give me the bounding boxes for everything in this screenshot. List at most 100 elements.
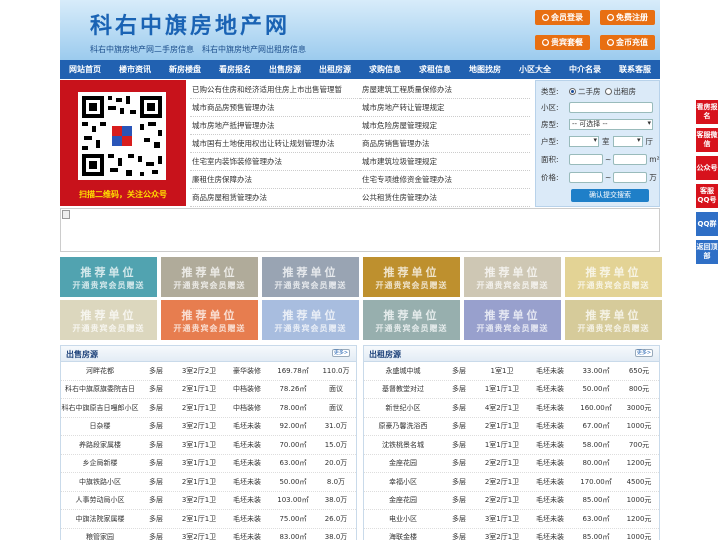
policy-link[interactable]: 城市商品房预售管理办法 (190, 99, 360, 117)
nav-item-9[interactable]: 小区大全 (510, 60, 560, 79)
recommend-slot[interactable]: 推荐单位 开通贵宾会员赠送 (363, 300, 460, 340)
table-row[interactable]: 永盛城中城 多层 1室1卫 毛坯未装 33.00㎡ 650元 (364, 362, 659, 381)
policy-link[interactable]: 城市危险房屋管理规定 (360, 117, 530, 135)
rent-more-button[interactable]: 更多> (635, 349, 653, 357)
table-cell[interactable]: 科右中旗原旗委院吉日 (61, 384, 139, 394)
table-row[interactable]: 中旗法院家属楼 多层 2室1厅1卫 毛坯未装 75.00㎡ 26.0万 (61, 510, 356, 529)
table-cell[interactable]: 河畔花都 (61, 366, 139, 376)
type-radio-sale[interactable] (569, 88, 576, 95)
recommend-slot[interactable]: 推荐单位 开通贵宾会员赠送 (161, 300, 258, 340)
policy-link[interactable]: 商品房销售管理办法 (360, 135, 530, 153)
table-cell[interactable]: 中旗法院家属楼 (61, 514, 139, 524)
policy-link[interactable]: 商品房屋租赁管理办法 (190, 189, 360, 207)
table-row[interactable]: 人事劳动局小区 多层 3室2厅1卫 毛坯未装 103.00㎡ 38.0万 (61, 492, 356, 510)
bedroom-select[interactable] (569, 136, 599, 147)
table-row[interactable]: 河畔花都 多层 3室2厅2卫 豪华装修 169.78㎡ 110.0万 (61, 362, 356, 381)
table-cell[interactable]: 科右中旗原吉日嘎郎小区 (61, 403, 139, 413)
table-row[interactable]: 新世纪小区 多层 4室2厅1卫 毛坯未装 160.00㎡ 3000元 (364, 399, 659, 418)
table-row[interactable]: 沈铁桃景名城 多层 1室1厅1卫 毛坯未装 58.00㎡ 700元 (364, 436, 659, 455)
vip-package-button[interactable]: ● 贵宾套餐 (535, 35, 590, 50)
table-row[interactable]: 养路段家属楼 多层 3室1厅1卫 毛坯未装 70.00㎡ 15.0万 (61, 436, 356, 455)
policy-link[interactable]: 已购公有住房和经济适用住房上市出售管理暂 (190, 81, 360, 99)
nav-item-4[interactable]: 出售房源 (260, 60, 310, 79)
site-logo[interactable]: 科右中旗房地产网 (90, 8, 290, 40)
table-row[interactable]: 中旗铁路小区 多层 2室1厅1卫 毛坯未装 50.00㎡ 8.0万 (61, 473, 356, 492)
type-radio-rent[interactable] (604, 88, 612, 95)
table-row[interactable]: 海联金楼 多层 3室2厅1卫 毛坯未装 85.00㎡ 1000元 (364, 529, 659, 540)
table-cell[interactable]: 乡企局新楼 (61, 458, 139, 468)
table-cell[interactable]: 金座花园 (364, 458, 442, 468)
nav-item-6[interactable]: 求购信息 (360, 60, 410, 79)
table-cell[interactable]: 新世纪小区 (364, 403, 442, 413)
table-row[interactable]: 乡企局新楼 多层 3室1厅1卫 毛坯未装 63.00㎡ 20.0万 (61, 455, 356, 473)
recommend-slot[interactable]: 推荐单位 开通贵宾会员赠送 (565, 300, 662, 340)
table-row[interactable]: 科右中旗原吉日嘎郎小区 多层 2室1厅1卫 中档装修 78.00㎡ 面议 (61, 399, 356, 418)
table-row[interactable]: 金座花园 多层 2室2厅1卫 毛坯未装 85.00㎡ 1000元 (364, 492, 659, 510)
price-max-input[interactable] (613, 172, 648, 183)
table-cell[interactable]: 原豪乃馨洗浴西 (364, 421, 442, 431)
table-cell[interactable]: 幸福小区 (364, 477, 442, 487)
table-row[interactable]: 幸福小区 多层 2室2厅1卫 毛坯未装 170.00㎡ 4500元 (364, 473, 659, 492)
nav-item-11[interactable]: 联系客服 (610, 60, 660, 79)
area-min-input[interactable] (569, 154, 603, 165)
table-row[interactable]: 粮管家园 多层 3室2厅1卫 毛坯未装 83.00㎡ 38.0万 (61, 529, 356, 540)
side-float-button[interactable]: 客服QQ号 (696, 184, 718, 208)
nav-item-5[interactable]: 出租房源 (310, 60, 360, 79)
table-row[interactable]: 日杂楼 多层 3室2厅1卫 毛坯未装 92.00㎡ 31.0万 (61, 418, 356, 436)
table-row[interactable]: 原豪乃馨洗浴西 多层 2室1厅1卫 毛坯未装 67.00㎡ 1000元 (364, 418, 659, 436)
nav-item-10[interactable]: 中介名录 (560, 60, 610, 79)
recommend-slot[interactable]: 推荐单位 开通贵宾会员赠送 (565, 257, 662, 297)
recommend-slot[interactable]: 推荐单位 开通贵宾会员赠送 (161, 257, 258, 297)
policy-link[interactable]: 住宅室内装饰装修管理办法 (190, 153, 360, 171)
policy-link[interactable]: 城市建筑垃圾管理规定 (360, 153, 530, 171)
area-max-input[interactable] (613, 154, 648, 165)
table-cell[interactable]: 海联金楼 (364, 532, 442, 540)
policy-link[interactable]: 城市国有土地使用权出让转让规划管理办法 (190, 135, 360, 153)
recommend-slot[interactable]: 推荐单位 开通贵宾会员赠送 (464, 257, 561, 297)
table-row[interactable]: 基督教堂对过 多层 1室1厅1卫 毛坯未装 50.00㎡ 800元 (364, 381, 659, 399)
price-min-input[interactable] (569, 172, 603, 183)
nav-item-0[interactable]: 网站首页 (60, 60, 110, 79)
table-row[interactable]: 科右中旗原旗委院吉日 多层 2室1厅1卫 中档装修 78.26㎡ 面议 (61, 381, 356, 399)
community-input[interactable] (569, 102, 653, 113)
recommend-slot[interactable]: 推荐单位 开通贵宾会员赠送 (464, 300, 561, 340)
policy-link[interactable]: 城市房地产转让管理规定 (360, 99, 530, 117)
recommend-slot[interactable]: 推荐单位 开通贵宾会员赠送 (60, 257, 157, 297)
side-float-button[interactable]: 看房报名 (696, 100, 718, 124)
livingroom-select[interactable] (612, 136, 643, 147)
table-cell[interactable]: 永盛城中城 (364, 366, 442, 376)
table-cell[interactable]: 电业小区 (364, 514, 442, 524)
policy-link[interactable]: 城市房地产抵押管理办法 (190, 117, 360, 135)
nav-item-8[interactable]: 地图找房 (460, 60, 510, 79)
table-cell[interactable]: 日杂楼 (61, 421, 139, 431)
table-row[interactable]: 电业小区 多层 3室1厅1卫 毛坯未装 63.00㎡ 1200元 (364, 510, 659, 529)
nav-item-2[interactable]: 新房楼盘 (160, 60, 210, 79)
search-submit-button[interactable]: 确认提交搜索 (571, 189, 649, 202)
side-float-button[interactable]: 客服微信 (696, 128, 718, 152)
table-cell[interactable]: 沈铁桃景名城 (364, 440, 442, 450)
table-cell[interactable]: 养路段家属楼 (61, 440, 139, 450)
policy-link[interactable]: 住宅专项维修资金管理办法 (360, 171, 530, 189)
table-cell[interactable]: 基督教堂对过 (364, 384, 442, 394)
table-cell[interactable]: 金座花园 (364, 495, 442, 505)
room-select[interactable]: -- 可选择 -- (569, 119, 653, 130)
side-float-button[interactable]: 公众号 (696, 156, 718, 180)
table-row[interactable]: 金座花园 多层 2室2厅1卫 毛坯未装 80.00㎡ 1200元 (364, 455, 659, 473)
table-cell[interactable]: 粮管家园 (61, 532, 139, 540)
recharge-button[interactable]: ● 金币充值 (600, 35, 655, 50)
recommend-slot[interactable]: 推荐单位 开通贵宾会员赠送 (262, 257, 359, 297)
ad-banner[interactable] (60, 208, 660, 252)
table-cell[interactable]: 人事劳动局小区 (61, 495, 139, 505)
side-float-button[interactable]: QQ群 (696, 212, 718, 236)
nav-item-3[interactable]: 看房报名 (210, 60, 260, 79)
nav-item-7[interactable]: 求租信息 (410, 60, 460, 79)
policy-link[interactable]: 廉租住房保障办法 (190, 171, 360, 189)
table-cell[interactable]: 中旗铁路小区 (61, 477, 139, 487)
login-button[interactable]: ● 会员登录 (535, 10, 590, 25)
policy-link[interactable]: 公共租赁住房管理办法 (360, 189, 530, 207)
side-float-button[interactable]: 返回顶部 (696, 240, 718, 264)
recommend-slot[interactable]: 推荐单位 开通贵宾会员赠送 (363, 257, 460, 297)
register-button[interactable]: ● 免费注册 (600, 10, 655, 25)
recommend-slot[interactable]: 推荐单位 开通贵宾会员赠送 (262, 300, 359, 340)
policy-link[interactable]: 房屋建筑工程质量保修办法 (360, 81, 530, 99)
